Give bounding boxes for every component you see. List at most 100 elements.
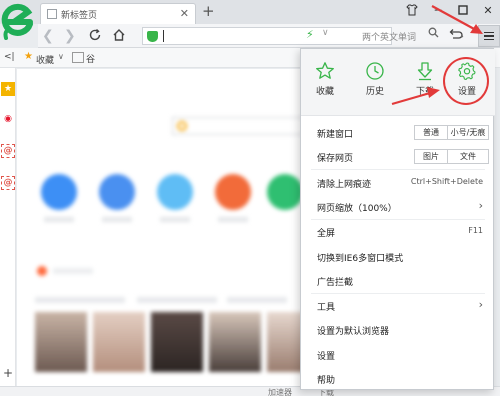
menu-item-settings[interactable]: 设置 xyxy=(301,342,495,366)
history-action[interactable]: 历史 xyxy=(355,61,395,113)
section-heading xyxy=(53,268,93,274)
menu-item-save-page[interactable]: 保存网页 图片 文件 xyxy=(301,144,495,168)
menu-item-fullscreen[interactable]: 全屏 F11 xyxy=(301,219,495,243)
page-search-box[interactable] xyxy=(172,117,300,135)
minimize-icon[interactable]: ─ xyxy=(430,2,446,18)
mail-icon[interactable]: @ xyxy=(1,144,15,158)
history-label: 历史 xyxy=(365,87,384,97)
forward-icon[interactable]: ❯ xyxy=(64,28,76,44)
site-tile-label xyxy=(44,217,74,222)
highlight-circle xyxy=(443,57,489,105)
save-as-file-button[interactable]: 文件 xyxy=(447,149,489,164)
lightning-icon[interactable]: ⚡ xyxy=(306,28,314,41)
site-tile-label xyxy=(218,217,248,222)
menu-item-help[interactable]: 帮助 xyxy=(301,366,495,390)
menu-item-default-browser[interactable]: 设置为默认浏览器 xyxy=(301,317,495,341)
quick-actions-row: 收藏 历史 下载 设置 xyxy=(301,49,495,116)
site-tile[interactable] xyxy=(99,174,135,210)
menu-item-label: 设置 xyxy=(317,352,336,362)
search-logo-icon xyxy=(177,121,187,131)
text-caret xyxy=(163,30,164,42)
menu-item-label: 设置为默认浏览器 xyxy=(317,327,390,337)
menu-item-label: 切换到IE6多窗口模式 xyxy=(317,254,404,264)
chevron-right-icon: › xyxy=(478,298,483,311)
weibo-icon[interactable]: ◉ xyxy=(1,112,15,126)
site-tile[interactable] xyxy=(41,174,77,210)
new-tab-button[interactable]: + xyxy=(202,2,215,20)
tab-new-tab[interactable]: 新标签页 ✕ xyxy=(40,3,196,24)
site-tile[interactable] xyxy=(215,174,251,210)
close-window-icon[interactable]: ✕ xyxy=(480,2,496,18)
menu-item-label: 保存网页 xyxy=(317,154,354,164)
close-tab-icon[interactable]: ✕ xyxy=(180,7,189,20)
star-icon: ★ xyxy=(24,51,33,62)
menu-item-ad-block[interactable]: 广告拦截 xyxy=(301,268,495,292)
shortcut-label: Ctrl+Shift+Delete xyxy=(410,177,483,186)
page-icon xyxy=(47,9,57,19)
caption-line xyxy=(35,297,125,303)
favorites-label: 收藏 xyxy=(315,87,334,97)
site-tile[interactable] xyxy=(267,174,300,210)
menu-item-label: 清除上网痕迹 xyxy=(317,180,372,190)
caption-line xyxy=(137,297,217,303)
search-box-placeholder[interactable]: 两个英文单词 xyxy=(362,30,416,43)
menu-item-label: 帮助 xyxy=(317,376,336,386)
home-icon[interactable] xyxy=(112,28,126,46)
menu-item-label: 广告拦截 xyxy=(317,278,354,288)
chevron-down-icon[interactable]: ∨ xyxy=(322,28,329,38)
accelerator-label[interactable]: 加速器 xyxy=(268,387,292,396)
sidebar-toggle-icon[interactable]: <| xyxy=(4,52,15,62)
main-menu-button[interactable] xyxy=(478,25,500,47)
back-icon[interactable]: ❮ xyxy=(42,28,54,44)
download-icon xyxy=(417,62,433,81)
news-thumbnail[interactable] xyxy=(151,312,203,372)
undo-icon[interactable] xyxy=(448,27,464,45)
menu-item-label: 全屏 xyxy=(317,229,336,239)
downloads-action[interactable]: 下载 xyxy=(405,61,445,113)
left-sidebar: ★ ◉ @ @ + xyxy=(0,68,16,386)
new-tab-page xyxy=(17,69,300,386)
tab-title: 新标签页 xyxy=(61,11,98,21)
bookmark-item[interactable]: 谷 xyxy=(86,52,95,65)
save-as-image-button[interactable]: 图片 xyxy=(414,149,448,164)
new-normal-window-button[interactable]: 普通 xyxy=(414,125,448,140)
downloads-label: 下载 xyxy=(415,87,434,97)
security-shield-icon xyxy=(147,31,158,42)
news-thumbnail[interactable] xyxy=(35,312,87,372)
news-thumbnail[interactable] xyxy=(209,312,261,372)
favorites-star-icon[interactable]: ★ xyxy=(1,82,15,96)
news-thumbnail[interactable] xyxy=(267,312,300,372)
menu-item-zoom[interactable]: 网页缩放（100%） › xyxy=(301,194,495,218)
add-sidebar-item-icon[interactable]: + xyxy=(3,366,13,380)
maximize-icon[interactable] xyxy=(455,2,471,18)
shirt-skin-icon[interactable] xyxy=(404,2,420,18)
clock-icon xyxy=(366,62,384,80)
star-icon xyxy=(316,62,334,79)
site-tile-label xyxy=(160,217,190,222)
caption-line xyxy=(227,297,287,303)
address-bar[interactable] xyxy=(142,27,392,45)
chevron-down-icon[interactable]: ∨ xyxy=(58,52,64,61)
mail-icon[interactable]: @ xyxy=(1,176,15,190)
menu-item-label: 新建窗口 xyxy=(317,130,354,140)
menu-item-ie6-mode[interactable]: 切换到IE6多窗口模式 xyxy=(301,244,495,268)
site-tile[interactable] xyxy=(157,174,193,210)
search-icon[interactable] xyxy=(428,27,439,41)
favorites-action[interactable]: 收藏 xyxy=(305,61,345,113)
bookmarks-collect-label[interactable]: 收藏 xyxy=(36,53,54,66)
navigation-toolbar: ❮ ❯ ⚡ ∨ 两个英文单词 xyxy=(38,24,500,48)
menu-item-label: 网页缩放（100%） xyxy=(317,204,397,214)
new-private-window-button[interactable]: 小号/无痕 xyxy=(447,125,489,140)
menu-item-label: 工具 xyxy=(317,303,336,313)
menu-item-clear-history[interactable]: 清除上网痕迹 Ctrl+Shift+Delete xyxy=(301,170,495,194)
menu-item-tools[interactable]: 工具 › xyxy=(301,293,495,317)
chevron-right-icon: › xyxy=(478,199,483,212)
site-tile-label xyxy=(102,217,132,222)
shortcut-label: F11 xyxy=(468,226,483,235)
browser-logo xyxy=(0,0,38,42)
bookmark-folder-icon xyxy=(72,52,84,63)
menu-item-new-window[interactable]: 新建窗口 普通 小号/无痕 xyxy=(301,120,495,144)
main-menu-panel: 收藏 历史 下载 设置 新建窗口 普通 小号/无痕 保存网页 图片 文件 清除上… xyxy=(300,48,495,390)
refresh-icon[interactable] xyxy=(88,28,102,46)
news-thumbnail[interactable] xyxy=(93,312,145,372)
